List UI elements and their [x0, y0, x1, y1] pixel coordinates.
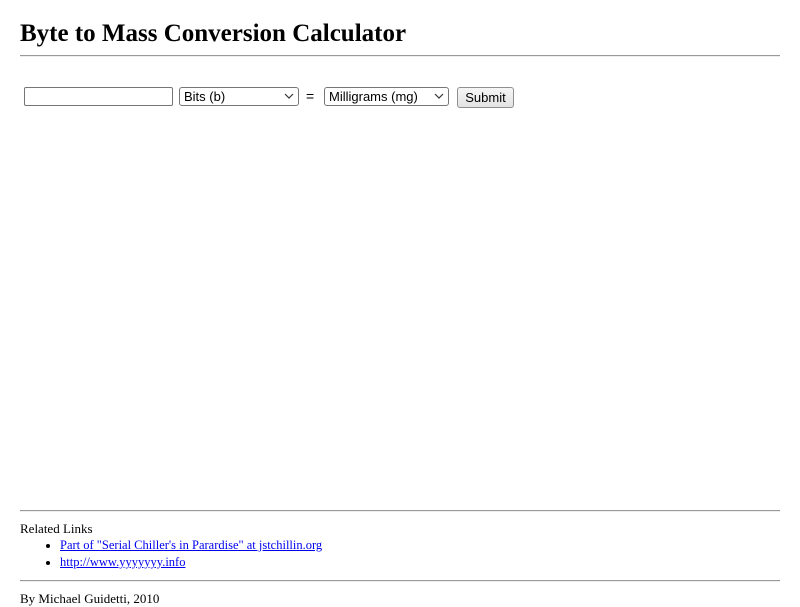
related-links-heading: Related Links — [20, 521, 93, 536]
list-item: http://www.yyyyyyy.info — [60, 554, 322, 571]
submit-button[interactable]: Submit — [457, 87, 514, 108]
chevron-down-icon — [434, 93, 444, 99]
related-links-list: Part of "Serial Chiller's in Parardise" … — [20, 537, 322, 571]
from-unit-value: Bits (b) — [184, 89, 226, 104]
footer-credit: By Michael Guidetti, 2010 — [20, 591, 160, 606]
page: Byte to Mass Conversion Calculator Bits … — [20, 0, 780, 606]
from-unit-select[interactable]: Bits (b) — [179, 87, 299, 106]
page-title: Byte to Mass Conversion Calculator — [20, 20, 407, 47]
link-jstchillin[interactable]: Part of "Serial Chiller's in Parardise" … — [60, 538, 322, 552]
converter-form: Bits (b) = Milligrams (mg) Submit — [24, 86, 764, 108]
value-input[interactable] — [24, 87, 173, 106]
link-yyyyyyy[interactable]: http://www.yyyyyyy.info — [60, 555, 185, 569]
equals-sign: = — [306, 88, 315, 104]
related-links-section: Related Links Part of "Serial Chiller's … — [20, 520, 322, 571]
top-divider — [20, 55, 780, 57]
chevron-down-icon — [284, 93, 294, 99]
to-unit-value: Milligrams (mg) — [329, 89, 418, 104]
middle-divider — [20, 510, 780, 512]
list-item: Part of "Serial Chiller's in Parardise" … — [60, 537, 322, 554]
to-unit-select[interactable]: Milligrams (mg) — [324, 87, 449, 106]
bottom-divider — [20, 580, 780, 582]
